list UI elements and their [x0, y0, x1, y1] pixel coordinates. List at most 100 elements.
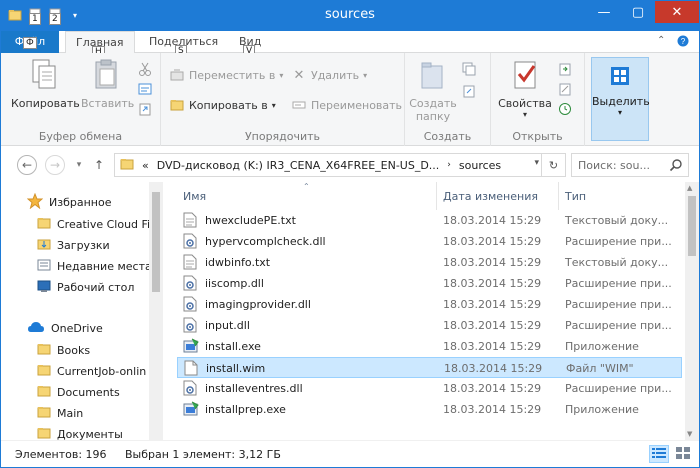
easy-access-icon[interactable]: [461, 83, 477, 99]
select-button[interactable]: Выделить ▾: [591, 57, 650, 141]
nav-item-desktop[interactable]: Рабочий стол: [37, 277, 134, 297]
paste-label: Вставить: [81, 97, 135, 110]
group-open: Свойства ▾ Открыть: [491, 53, 585, 146]
table-row[interactable]: idwbinfo.txt 18.03.2014 15:29 Текстовый до…: [177, 252, 682, 273]
copy-path-icon[interactable]: [137, 81, 153, 97]
new-item-icon[interactable]: [461, 61, 477, 77]
address-separator-icon[interactable]: ›: [443, 160, 455, 170]
paste-button[interactable]: Вставить: [81, 57, 135, 110]
tab-share[interactable]: Поделиться S: [139, 31, 228, 57]
copy-to-button[interactable]: Копировать в ▾: [169, 97, 276, 113]
file-type: Расширение при...: [565, 319, 672, 332]
folder-icon: [37, 363, 51, 380]
address-segment-drive[interactable]: DVD-дисковод (K:) IR3_CENA_X64FREE_EN-US…: [153, 159, 444, 172]
column-header-name[interactable]: Имя: [177, 182, 437, 210]
nav-onedrive[interactable]: OneDrive: [27, 318, 103, 338]
copy-button[interactable]: Копировать: [11, 57, 80, 110]
rename-button[interactable]: Переименовать: [291, 97, 402, 113]
table-row[interactable]: install.wim 18.03.2014 15:29 Файл "WIM": [177, 357, 682, 378]
collapse-ribbon-icon[interactable]: ⌃: [657, 35, 665, 46]
file-date: 18.03.2014 15:29: [443, 403, 542, 416]
file-list-scrollbar-thumb[interactable]: [688, 196, 696, 256]
maximize-button[interactable]: ▢: [621, 1, 655, 23]
group-label-new: Создать: [423, 130, 472, 143]
nav-scrollbar-thumb[interactable]: [152, 192, 160, 292]
nav-item-label: Рабочий стол: [57, 280, 135, 294]
properties-icon: [508, 57, 542, 93]
table-row[interactable]: iiscomp.dll 18.03.2014 15:29 Расширение пр…: [177, 273, 682, 294]
edit-icon[interactable]: [557, 81, 573, 97]
tab-view[interactable]: Вид V: [229, 31, 271, 57]
large-icons-view-button[interactable]: [673, 445, 693, 463]
move-to-button[interactable]: Переместить в ▾: [169, 67, 283, 83]
nav-item-label: Creative Cloud Fi: [57, 217, 151, 231]
nav-item-creative-cloud[interactable]: Creative Cloud Fi: [37, 214, 150, 234]
address-dropdown-icon[interactable]: ▾: [534, 158, 539, 168]
address-overflow[interactable]: «: [138, 159, 153, 172]
search-input[interactable]: Поиск: sou...: [571, 153, 689, 177]
column-name-label: Имя: [183, 190, 207, 203]
open-icon[interactable]: [557, 61, 573, 77]
refresh-icon[interactable]: ↻: [541, 154, 565, 176]
recent-locations-chevron-icon[interactable]: ▾: [69, 155, 89, 175]
forward-button[interactable]: →: [45, 155, 65, 175]
column-header-type[interactable]: Тип: [559, 182, 683, 210]
move-to-icon: [169, 67, 185, 83]
paste-shortcut-icon[interactable]: [137, 101, 153, 117]
table-row[interactable]: installprep.exe 18.03.2014 15:29 Приложени…: [177, 399, 682, 420]
nav-favorites[interactable]: Избранное: [26, 192, 111, 212]
file-date: 18.03.2014 15:29: [443, 235, 542, 248]
tab-home[interactable]: Главная H: [65, 31, 135, 58]
minimize-button[interactable]: —: [587, 1, 621, 23]
group-label-clipboard: Буфер обмена: [38, 130, 123, 143]
generic-file-icon: [184, 360, 200, 376]
column-header-date[interactable]: Дата изменения: [437, 182, 559, 210]
exe-file-icon: [183, 401, 199, 417]
svg-text:?: ?: [681, 37, 686, 46]
table-row[interactable]: hypervcomplcheck.dll 18.03.2014 15:29 Расш…: [177, 231, 682, 252]
table-row[interactable]: installeventres.dll 18.03.2014 15:29 Расши…: [177, 378, 682, 399]
nav-item-recent-places[interactable]: Недавние места: [37, 256, 152, 276]
nav-item-main[interactable]: Main: [37, 403, 83, 423]
scroll-up-icon[interactable]: ▲: [687, 184, 692, 192]
move-to-label: Переместить в: [189, 68, 276, 82]
delete-button[interactable]: ✕ Удалить ▾: [291, 67, 368, 83]
file-date: 18.03.2014 15:29: [443, 319, 542, 332]
details-view-button[interactable]: [649, 445, 669, 463]
address-segment-sources[interactable]: sources: [455, 159, 505, 172]
chevron-down-icon: ▾: [522, 110, 527, 119]
file-name: imagingprovider.dll: [205, 298, 311, 311]
nav-item-currentjob[interactable]: CurrentJob-onlin: [37, 361, 146, 381]
back-button[interactable]: ←: [17, 155, 37, 175]
close-button[interactable]: ✕: [655, 1, 699, 23]
nav-scrollbar[interactable]: [149, 182, 163, 440]
rename-icon: [291, 97, 307, 113]
file-type: Расширение при...: [565, 277, 672, 290]
table-row[interactable]: imagingprovider.dll 18.03.2014 15:29 Расши…: [177, 294, 682, 315]
large-icons-view-icon: [676, 446, 690, 462]
table-row[interactable]: input.dll 18.03.2014 15:29 Расширение при.…: [177, 315, 682, 336]
file-name: installeventres.dll: [205, 382, 303, 395]
history-icon[interactable]: [557, 101, 573, 117]
help-icon[interactable]: ?: [677, 35, 689, 50]
file-date: 18.03.2014 15:29: [443, 277, 542, 290]
scroll-down-icon[interactable]: ▼: [687, 430, 692, 438]
nav-item-label: Books: [57, 343, 91, 357]
nav-item-label: Недавние места: [57, 259, 152, 273]
window-controls: — ▢ ✕: [587, 1, 699, 23]
table-row[interactable]: install.exe 18.03.2014 15:29 Приложение: [177, 336, 682, 357]
up-button[interactable]: ↑: [89, 155, 109, 175]
new-folder-button[interactable]: Создать папку: [409, 57, 457, 123]
nav-item-documents[interactable]: Documents: [37, 382, 120, 402]
file-list-scrollbar[interactable]: ▲ ▼: [685, 182, 699, 440]
cloud-icon: [27, 320, 45, 337]
cut-icon[interactable]: [137, 61, 153, 77]
nav-item-documents-ru[interactable]: Документы: [37, 424, 123, 440]
properties-button[interactable]: Свойства ▾: [497, 57, 553, 119]
table-row[interactable]: hwexcludePE.txt 18.03.2014 15:29 Текстовый…: [177, 210, 682, 231]
nav-item-books[interactable]: Books: [37, 340, 90, 360]
tab-file[interactable]: Файл Ф: [1, 31, 59, 53]
address-bar[interactable]: « DVD-дисковод (K:) IR3_CENA_X64FREE_EN-…: [114, 153, 566, 177]
file-name: input.dll: [205, 319, 250, 332]
nav-item-downloads[interactable]: Загрузки: [37, 235, 110, 255]
